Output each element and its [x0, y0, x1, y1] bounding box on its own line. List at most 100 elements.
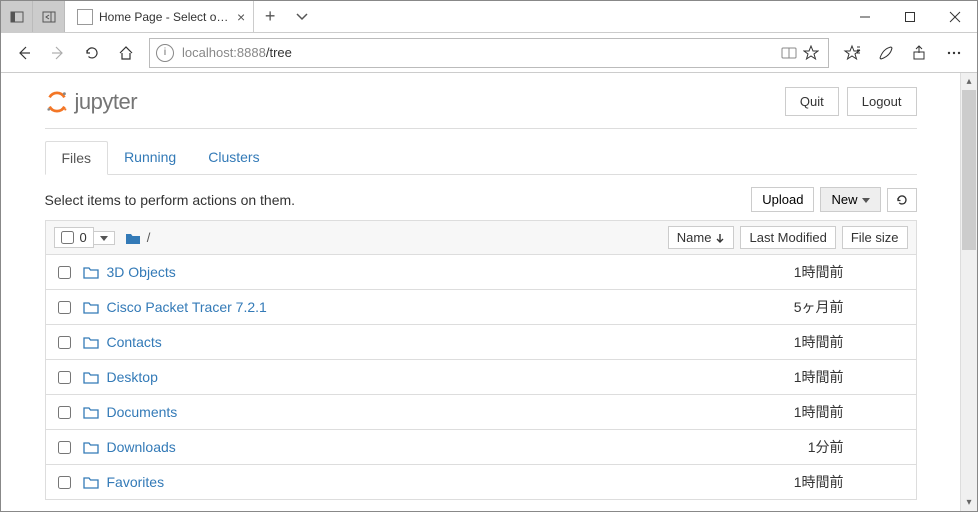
tab-files[interactable]: Files — [45, 141, 109, 175]
folder-icon — [83, 265, 99, 279]
tab-actions-button[interactable] — [286, 1, 318, 32]
row-checkbox[interactable] — [58, 301, 71, 314]
select-count: 0 — [80, 230, 87, 245]
url-host: localhost:8888 — [182, 45, 266, 60]
titlebar-left: Home Page - Select or c × + — [1, 1, 318, 32]
file-modified: 1時間前 — [734, 367, 844, 387]
row-checkbox[interactable] — [58, 336, 71, 349]
folder-icon — [83, 300, 99, 314]
caret-down-icon — [100, 234, 108, 242]
quit-button[interactable]: Quit — [785, 87, 839, 116]
url-box[interactable]: i localhost:8888/tree — [149, 38, 829, 68]
refresh-list-button[interactable] — [887, 188, 917, 212]
tab-preview-icon — [42, 10, 56, 24]
maximize-icon — [904, 11, 916, 23]
folder-icon — [83, 475, 99, 489]
row-checkbox[interactable] — [58, 266, 71, 279]
notebook-tabs: Files Running Clusters — [45, 141, 917, 175]
file-modified: 1時間前 — [734, 262, 844, 282]
tab-aside-icon — [10, 10, 24, 24]
page-content: jupyter Quit Logout Files Running Cluste… — [1, 73, 960, 511]
star-lines-icon — [843, 44, 861, 62]
jupyter-header: jupyter Quit Logout — [45, 81, 917, 129]
window-controls — [842, 1, 977, 32]
file-row: Favorites1時間前 — [45, 465, 917, 500]
logout-button[interactable]: Logout — [847, 87, 917, 116]
file-name-link[interactable]: 3D Objects — [107, 264, 734, 280]
notes-button[interactable] — [869, 36, 903, 70]
reading-view-icon[interactable] — [778, 45, 800, 61]
tab-preview-button[interactable] — [33, 1, 65, 32]
col-name-label: Name — [677, 230, 712, 245]
scroll-down-button[interactable]: ▾ — [961, 494, 977, 511]
file-modified: 1時間前 — [734, 332, 844, 352]
breadcrumb-folder-icon[interactable] — [125, 231, 141, 245]
file-name-link[interactable]: Documents — [107, 404, 734, 420]
refresh-icon — [895, 193, 909, 207]
jupyter-logo-icon — [45, 90, 69, 114]
sort-modified-button[interactable]: Last Modified — [740, 226, 835, 249]
folder-icon — [83, 440, 99, 454]
minimize-icon — [859, 11, 871, 23]
scroll-thumb[interactable] — [962, 90, 976, 250]
row-checkbox[interactable] — [58, 441, 71, 454]
file-name-link[interactable]: Contacts — [107, 334, 734, 350]
file-row: Documents1時間前 — [45, 395, 917, 430]
breadcrumb-path[interactable]: / — [147, 230, 151, 245]
more-button[interactable] — [937, 36, 971, 70]
folder-icon — [83, 335, 99, 349]
arrow-left-icon — [15, 44, 33, 62]
jupyter-logo[interactable]: jupyter — [45, 89, 138, 115]
new-button[interactable]: New — [820, 187, 880, 212]
select-all-checkbox[interactable] — [61, 231, 74, 244]
file-name-link[interactable]: Cisco Packet Tracer 7.2.1 — [107, 299, 734, 315]
content-scrollbar[interactable]: ▴ ▾ — [960, 73, 977, 511]
file-name-link[interactable]: Desktop — [107, 369, 734, 385]
new-tab-button[interactable]: + — [254, 1, 286, 32]
file-list-header: 0 / Name Last Modified File si — [45, 220, 917, 255]
refresh-icon — [83, 44, 101, 62]
file-row: Contacts1時間前 — [45, 325, 917, 360]
folder-icon — [83, 370, 99, 384]
scroll-up-button[interactable]: ▴ — [961, 73, 977, 90]
tab-running[interactable]: Running — [108, 141, 192, 174]
row-checkbox[interactable] — [58, 476, 71, 489]
favorite-icon[interactable] — [800, 45, 822, 61]
minimize-button[interactable] — [842, 1, 887, 32]
row-checkbox[interactable] — [58, 406, 71, 419]
file-name-link[interactable]: Favorites — [107, 474, 734, 490]
close-tab-button[interactable]: × — [237, 9, 245, 25]
home-button[interactable] — [109, 36, 143, 70]
upload-button[interactable]: Upload — [751, 187, 814, 212]
close-window-button[interactable] — [932, 1, 977, 32]
sort-name-button[interactable]: Name — [668, 226, 735, 249]
tab-clusters[interactable]: Clusters — [192, 141, 275, 174]
browser-tab[interactable]: Home Page - Select or c × — [65, 1, 254, 32]
row-checkbox[interactable] — [58, 371, 71, 384]
tab-title: Home Page - Select or c — [99, 10, 229, 24]
maximize-button[interactable] — [887, 1, 932, 32]
arrow-down-icon — [715, 233, 725, 243]
file-row: Downloads1分前 — [45, 430, 917, 465]
forward-button[interactable] — [41, 36, 75, 70]
select-dropdown-button[interactable] — [93, 231, 115, 245]
favorites-button[interactable] — [835, 36, 869, 70]
file-list: 3D Objects1時間前Cisco Packet Tracer 7.2.15… — [45, 255, 917, 500]
site-info-icon[interactable]: i — [156, 44, 174, 62]
chevron-down-icon — [295, 12, 309, 22]
refresh-button[interactable] — [75, 36, 109, 70]
share-button[interactable] — [903, 36, 937, 70]
file-name-link[interactable]: Downloads — [107, 439, 734, 455]
sort-size-button[interactable]: File size — [842, 226, 908, 249]
address-bar: i localhost:8888/tree — [1, 33, 977, 73]
arrow-right-icon — [49, 44, 67, 62]
file-row: Desktop1時間前 — [45, 360, 917, 395]
more-icon — [945, 44, 963, 62]
tab-aside-button[interactable] — [1, 1, 33, 32]
jupyter-logo-text: jupyter — [75, 89, 138, 115]
folder-icon — [83, 405, 99, 419]
back-button[interactable] — [7, 36, 41, 70]
select-all-box[interactable]: 0 — [54, 227, 94, 248]
share-icon — [911, 44, 929, 62]
file-toolbar: Select items to perform actions on them.… — [45, 187, 917, 212]
